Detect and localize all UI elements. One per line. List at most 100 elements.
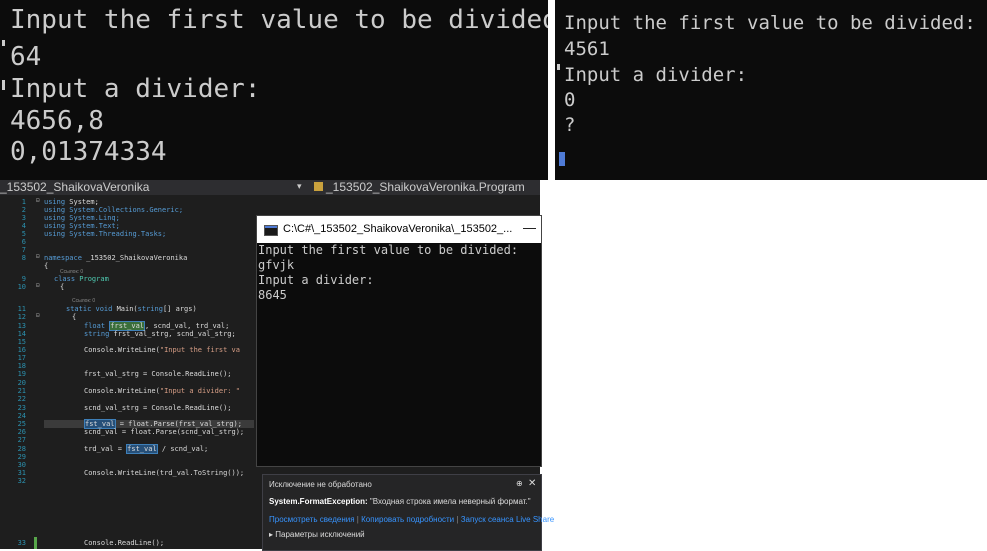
cursor-mark <box>557 64 560 70</box>
console-window[interactable]: C:\C#\_153502_ShaikovaVeronika\_153502_.… <box>256 215 542 467</box>
code-token: "Input the first va <box>159 346 240 354</box>
navigation-bar: _153502_ShaikovaVeronika ▾ _153502_Shaik… <box>0 180 540 195</box>
window-titlebar[interactable]: C:\C#\_153502_ShaikovaVeronika\_153502_.… <box>257 216 541 243</box>
line-number: 33 <box>17 539 26 547</box>
code-line: { <box>44 262 49 270</box>
line-number: 1 <box>21 198 26 206</box>
line-number: 13 <box>17 322 26 330</box>
reference-count[interactable]: Ссылок: 0 <box>72 298 95 304</box>
code-token: , scnd_val, trd_val; <box>145 322 230 330</box>
exception-settings-toggle[interactable]: ▸ Параметры исключений <box>269 530 365 539</box>
chevron-down-icon[interactable]: ▾ <box>297 181 302 192</box>
line-number: 5 <box>21 230 26 238</box>
close-icon[interactable]: ✕ <box>528 478 536 489</box>
code-token: frst_val_strg, scnd_val_strg; <box>109 330 236 338</box>
console-line: Input a divider: <box>10 74 261 104</box>
exception-type: System.FormatException: <box>269 497 368 506</box>
line-number: 9 <box>21 275 26 283</box>
code-token: namespace <box>44 254 82 262</box>
line-number: 27 <box>17 436 26 444</box>
collapse-icon[interactable]: ⊟ <box>36 197 40 204</box>
live-share-link[interactable]: Запуск сеанса Live Share <box>461 515 554 524</box>
code-token: Console.WriteLine( <box>84 387 160 395</box>
console-line: Input a divider: <box>564 64 748 86</box>
console-line: Input a divider: <box>258 273 374 287</box>
cursor-mark <box>2 80 5 90</box>
code-line: scnd_val_strg = Console.ReadLine(); <box>84 404 232 412</box>
line-number: 3 <box>21 214 26 222</box>
code-line: using System.Threading.Tasks; <box>44 230 167 238</box>
line-number: 14 <box>17 330 26 338</box>
exception-popup: Исключение не обработано ⊕ ✕ System.Form… <box>262 474 554 551</box>
code-line: using System.Text; <box>44 222 120 230</box>
line-number: 8 <box>21 254 26 262</box>
code-line: using System.Linq; <box>44 214 120 222</box>
code-line: { <box>72 313 77 321</box>
code-token: System; <box>65 198 99 206</box>
line-number: 12 <box>17 313 26 321</box>
collapse-icon[interactable]: ⊟ <box>36 312 40 319</box>
pin-icon[interactable]: ⊕ <box>516 479 523 488</box>
line-number: 22 <box>17 395 26 403</box>
exception-title: Исключение не обработано <box>269 480 372 489</box>
line-number: 26 <box>17 428 26 436</box>
line-number: 18 <box>17 362 26 370</box>
code-line: using System.Collections.Generic; <box>44 206 184 214</box>
code-line: Console.WriteLine(trd_val.ToString()); <box>84 469 245 477</box>
code-token: static void <box>66 305 113 313</box>
collapse-icon[interactable]: ⊟ <box>36 282 40 289</box>
line-number: 28 <box>17 445 26 453</box>
console-line: 4561 <box>564 38 610 60</box>
console-output-2: Input the first value to be divided: 456… <box>555 0 987 180</box>
line-number: 17 <box>17 354 26 362</box>
line-number: 30 <box>17 461 26 469</box>
code-token: class <box>54 275 76 283</box>
console-line: Input the first value to be divided: <box>258 243 519 257</box>
line-number: 31 <box>17 469 26 477</box>
project-dropdown[interactable]: _153502_ShaikovaVeronika <box>0 180 149 194</box>
code-token: Console. <box>84 346 118 354</box>
code-token: WriteLine( <box>117 346 160 354</box>
window-title: C:\C#\_153502_ShaikovaVeronika\_153502_.… <box>283 223 513 235</box>
line-number: 20 <box>17 379 26 387</box>
code-token: = float.Parse(frst_val_strg); <box>115 420 242 428</box>
highlighted-token: fst_val <box>126 444 158 454</box>
edge-fragment <box>559 152 565 166</box>
line-number: 15 <box>17 338 26 346</box>
code-token: Program <box>75 275 109 283</box>
line-number: 24 <box>17 412 26 420</box>
line-number: 2 <box>21 206 26 214</box>
exception-links: Просмотреть сведения | Копировать подроб… <box>269 515 555 524</box>
line-number: 6 <box>21 238 26 246</box>
line-number: 16 <box>17 346 26 354</box>
code-token: _153502_ShaikovaVeronika <box>81 254 188 262</box>
console-line: Input the first value to be divided: <box>10 5 548 35</box>
console-output-1: Input the first value to be divided: 64 … <box>0 0 548 180</box>
line-number: 32 <box>17 477 26 485</box>
code-token: "Input a divider: " <box>159 387 240 395</box>
line-number: 21 <box>17 387 26 395</box>
copy-details-link[interactable]: Копировать подробности <box>361 515 454 524</box>
line-number: 7 <box>21 246 26 254</box>
console-line: 0 <box>564 89 576 111</box>
console-line: 4656,8 <box>10 106 104 136</box>
code-token: float <box>84 322 106 330</box>
code-token: Main( <box>112 305 138 313</box>
line-number: 10 <box>17 283 26 291</box>
exception-text: "Входная строка имела неверный формат." <box>367 497 531 506</box>
minimize-button[interactable]: — <box>523 220 536 235</box>
code-line: { <box>60 283 65 291</box>
class-icon <box>314 182 323 191</box>
console-line: 64 <box>10 42 42 72</box>
line-number: 29 <box>17 453 26 461</box>
line-numbers: 1 2 3 4 5 6 7 8 9 10 11 12 13 14 15 16 1… <box>0 195 30 549</box>
view-details-link[interactable]: Просмотреть сведения <box>269 515 355 524</box>
code-line: frst_val_strg = Console.ReadLine(); <box>84 370 232 378</box>
console-line: 8645 <box>258 288 287 302</box>
console-app-icon <box>264 225 278 236</box>
console-line: 0,01374334 <box>10 137 167 167</box>
line-number: 11 <box>17 305 26 313</box>
exception-message: System.FormatException: "Входная строка … <box>269 497 531 506</box>
class-dropdown[interactable]: _153502_ShaikovaVeronika.Program <box>326 180 525 194</box>
collapse-icon[interactable]: ⊟ <box>36 253 40 260</box>
